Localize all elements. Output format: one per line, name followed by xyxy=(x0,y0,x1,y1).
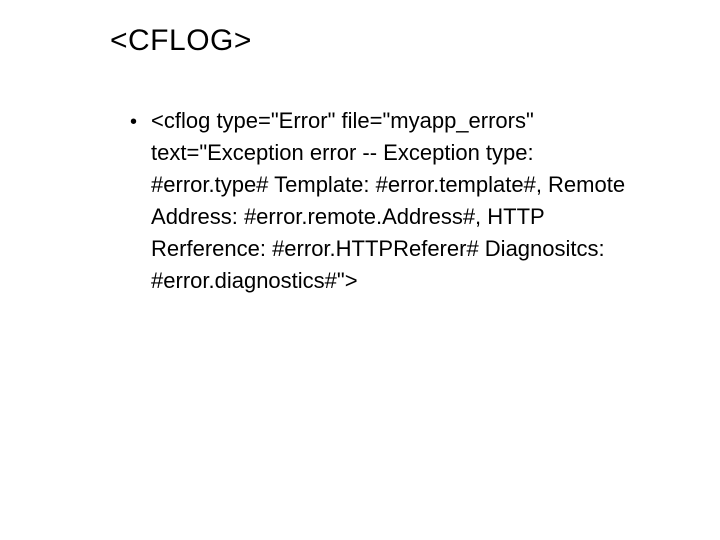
slide-body: • <cflog type="Error" file="myapp_errors… xyxy=(130,105,630,297)
slide: <CFLOG> • <cflog type="Error" file="myap… xyxy=(0,0,720,540)
bullet-item: • <cflog type="Error" file="myapp_errors… xyxy=(130,105,630,297)
bullet-text: <cflog type="Error" file="myapp_errors" … xyxy=(151,105,630,297)
slide-title: <CFLOG> xyxy=(110,24,252,58)
bullet-marker: • xyxy=(130,107,137,137)
